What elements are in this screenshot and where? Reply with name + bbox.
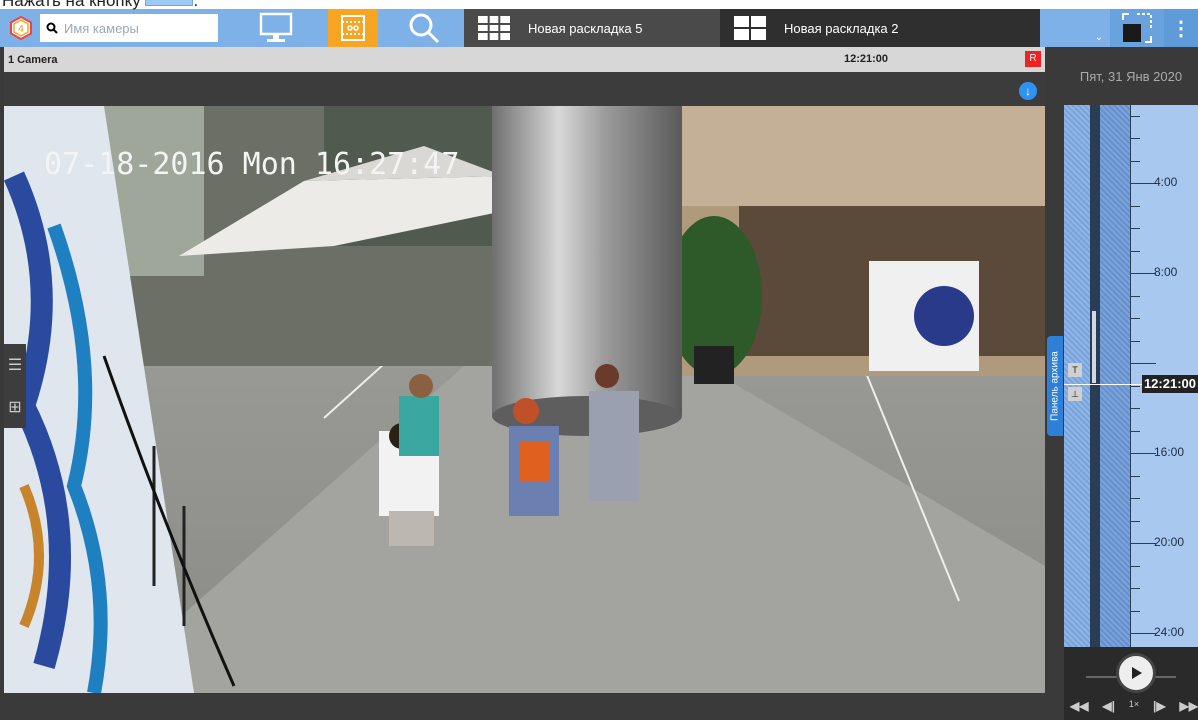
timeline-major-tick (1130, 363, 1156, 364)
fullscreen-button[interactable] (1110, 9, 1164, 47)
timeline-hour-label: 20:00 (1154, 535, 1185, 549)
timeline-minor-tick (1130, 228, 1140, 229)
timeline-major-tick (1130, 633, 1156, 634)
instruction-text: Нажать на кнопку . (0, 0, 1198, 10)
timeline-minor-tick (1130, 340, 1140, 342)
magnifier-icon (409, 13, 440, 44)
camera-name: 1 Camera (8, 53, 58, 66)
timeline-minor-tick (1130, 138, 1140, 139)
timeline-minor-tick (1130, 430, 1140, 432)
app-logo-icon[interactable]: 4 (6, 9, 36, 47)
timeline-major-tick (1130, 183, 1156, 184)
timeline-current-position[interactable]: 12:21:00 (1064, 375, 1198, 393)
archive-button[interactable] (328, 9, 378, 47)
toolbar-right-group: ⌄ ⋮ (1088, 9, 1198, 47)
app-window: Нажать на кнопку . 4 Имя камеры Новая ра… (0, 0, 1198, 720)
tab-layout-2[interactable]: Новая раскладка 2 (720, 9, 1040, 47)
timeline-panel: Пят, 31 Янв 2020 4:00 8:00 16:00 20:00 24:00… (1064, 47, 1198, 720)
monitor-button[interactable] (252, 11, 300, 45)
timeline-minor-tick (1130, 295, 1140, 297)
timeline-major-tick (1130, 543, 1156, 544)
fullscreen-icon (1122, 13, 1152, 43)
step-forward-icon[interactable]: |▶ (1153, 699, 1166, 713)
timeline-minor-tick (1130, 408, 1140, 409)
grid-3x3-icon (478, 16, 510, 40)
timeline-minor-tick (1130, 565, 1140, 567)
timeline-minor-tick (1130, 160, 1140, 162)
camera-time: 12:21:00 (844, 53, 889, 65)
inline-button-image (145, 0, 194, 6)
camera-header[interactable]: 1 Camera 12:21:00 R (4, 47, 1045, 72)
camera-footer (4, 693, 1045, 720)
timeline-hour-label: 4:00 (1154, 175, 1178, 189)
search-placeholder: Имя камеры (64, 20, 139, 36)
timeline-minor-tick (1130, 115, 1140, 117)
camera-side-dock: ☰ ⊞ (4, 344, 26, 428)
instruction-label: Нажать на кнопку (2, 0, 141, 10)
monitor-icon (259, 12, 293, 42)
archive-icon (341, 15, 365, 41)
timeline-date: Пят, 31 Янв 2020 (1064, 47, 1198, 105)
play-icon (1132, 667, 1142, 679)
archive-panel-tab[interactable]: Панель архива (1047, 336, 1063, 436)
video-scene-image: 07-18-2016 Mon 16:27:47 (4, 106, 1045, 693)
timeline-minor-tick (1130, 588, 1140, 589)
timeline-minor-tick (1130, 250, 1140, 252)
video-timestamp: 07-18-2016 Mon 16:27:47 (44, 147, 459, 182)
camera-toolbar: ↓ (4, 72, 1045, 106)
more-menu-icon[interactable]: ⋮ (1164, 9, 1198, 47)
download-icon[interactable]: ↓ (1019, 82, 1037, 100)
timeline-minor-tick (1130, 475, 1140, 477)
timeline-stripe (1100, 105, 1130, 695)
timeline-minor-tick (1130, 498, 1140, 499)
main-toolbar: 4 Имя камеры Новая раскладка 5 Новая рас… (0, 9, 1198, 47)
timeline-minor-tick (1130, 610, 1140, 612)
recording-badge[interactable]: R (1025, 51, 1041, 67)
speed-label: 1× (1128, 699, 1140, 709)
grid-icon[interactable]: ⊞ (8, 397, 21, 417)
timeline-hour-label: 8:00 (1154, 265, 1178, 279)
playback-controls: ◀◀ ◀| 1× |▶ ▶▶ (1064, 647, 1198, 720)
svg-text:4: 4 (18, 24, 24, 35)
play-button[interactable] (1116, 653, 1156, 693)
skip-back-icon[interactable]: ◀◀ (1070, 699, 1088, 713)
timeline-major-tick (1130, 453, 1156, 454)
transport-controls: ◀◀ ◀| 1× |▶ ▶▶ (1070, 699, 1198, 713)
timeline-hour-label: 24:00 (1154, 625, 1185, 639)
tab-layout-5[interactable]: Новая раскладка 5 (464, 9, 720, 47)
video-frame[interactable]: 07-18-2016 Mon 16:27:47 (4, 106, 1045, 693)
timeline-major-tick (1130, 273, 1156, 274)
camera-search-input[interactable]: Имя камеры (40, 14, 218, 42)
timeline-minor-tick (1130, 318, 1140, 319)
step-back-icon[interactable]: ◀| (1102, 699, 1115, 713)
search-events-button[interactable] (400, 11, 448, 45)
timeline-stripe (1090, 105, 1100, 695)
search-icon (46, 22, 58, 34)
skip-forward-icon[interactable]: ▶▶ (1179, 699, 1197, 713)
tab-label: Новая раскладка 2 (784, 20, 899, 36)
timeline-minor-tick (1130, 205, 1140, 207)
timeline-track[interactable]: 4:00 8:00 16:00 20:00 24:00 T ⊥ 12:21:00 (1064, 105, 1198, 695)
timeline-current-time: 12:21:00 (1141, 375, 1198, 393)
timeline-ticks: 4:00 8:00 16:00 20:00 24:00 (1130, 105, 1198, 695)
timeline-hour-label: 16:00 (1154, 445, 1185, 459)
timeline-range-marker[interactable] (1092, 311, 1096, 383)
grid-2x2-icon (734, 16, 766, 40)
chevron-down-icon[interactable]: ⌄ (1088, 9, 1110, 47)
timeline-minor-tick (1130, 520, 1140, 522)
archive-panel-label: Панель архива (1049, 351, 1061, 421)
tab-label: Новая раскладка 5 (528, 20, 643, 36)
menu-icon[interactable]: ☰ (8, 355, 22, 375)
